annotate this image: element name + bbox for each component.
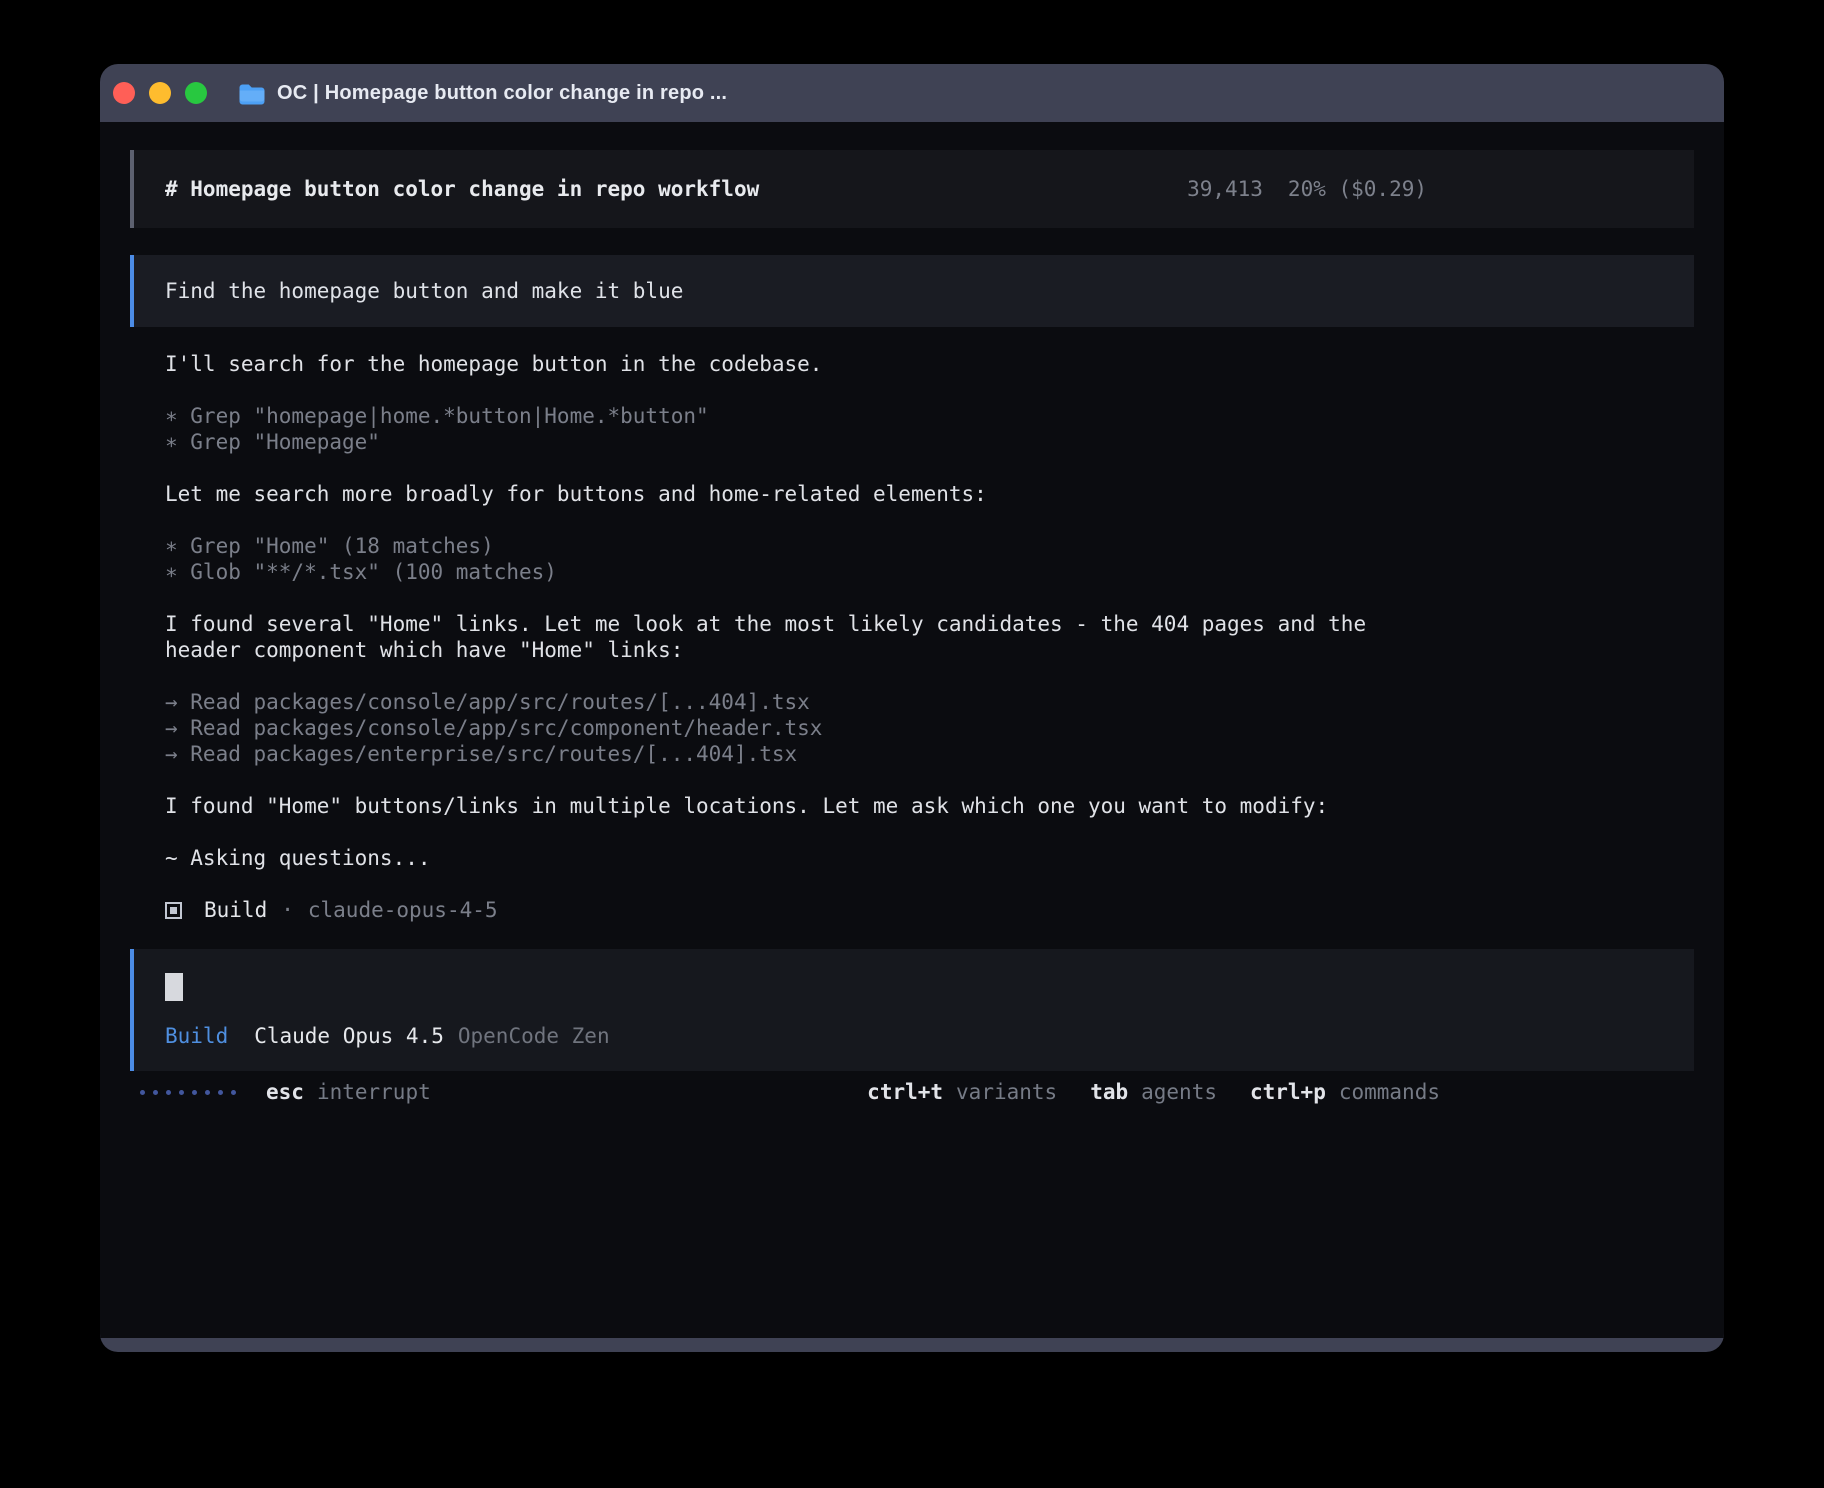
transcript-line: I found "Home" buttons/links in multiple… bbox=[165, 793, 1405, 819]
shortcut-key: ctrl+p bbox=[1250, 1079, 1326, 1105]
spinner-dot bbox=[192, 1090, 197, 1095]
transcript-line: ∗ Glob "**/*.tsx" (100 matches) bbox=[165, 559, 1405, 585]
agent-status-line: Build · claude-opus-4-5 bbox=[165, 897, 1694, 923]
transcript-line: Let me search more broadly for buttons a… bbox=[165, 481, 1405, 507]
transcript-line bbox=[165, 377, 1405, 403]
transcript-line bbox=[165, 663, 1405, 689]
transcript-line: ∗ Grep "Homepage" bbox=[165, 429, 1405, 455]
shortcut-hint: ctrl+t variants bbox=[867, 1079, 1057, 1105]
transcript: I'll search for the homepage button in t… bbox=[165, 351, 1405, 871]
prompt-meta-row: Build Claude Opus 4.5 OpenCode Zen bbox=[165, 1023, 1694, 1049]
transcript-line bbox=[165, 507, 1405, 533]
prompt-provider-label: OpenCode Zen bbox=[458, 1023, 610, 1049]
user-message-text: Find the homepage button and make it blu… bbox=[165, 278, 683, 304]
model-id: claude-opus-4-5 bbox=[308, 897, 498, 923]
shortcut-hint: ctrl+p commands bbox=[1250, 1079, 1440, 1105]
shortcut-key: ctrl+t bbox=[867, 1079, 943, 1105]
shortcut-hint: tab agents bbox=[1090, 1079, 1217, 1105]
text-cursor bbox=[165, 973, 183, 1001]
separator-dot: · bbox=[281, 897, 294, 923]
traffic-lights bbox=[113, 82, 207, 104]
transcript-line: ~ Asking questions... bbox=[165, 845, 1405, 871]
spinner-dot bbox=[166, 1090, 171, 1095]
spinner-dot bbox=[218, 1090, 223, 1095]
token-count: 39,413 bbox=[1187, 176, 1263, 202]
prompt-agent-label: Build bbox=[165, 1023, 228, 1049]
window-title: OC | Homepage button color change in rep… bbox=[277, 82, 727, 105]
esc-label: interrupt bbox=[317, 1079, 431, 1105]
agent-name: Build bbox=[204, 897, 267, 923]
minimize-button[interactable] bbox=[149, 82, 171, 104]
zoom-button[interactable] bbox=[185, 82, 207, 104]
folder-icon bbox=[238, 82, 265, 105]
esc-hint: esc interrupt bbox=[266, 1079, 431, 1105]
terminal-window: OC | Homepage button color change in rep… bbox=[100, 64, 1724, 1352]
transcript-line: → Read packages/console/app/src/routes/[… bbox=[165, 689, 1405, 715]
transcript-line: I'll search for the homepage button in t… bbox=[165, 351, 1405, 377]
spinner-dot bbox=[205, 1090, 210, 1095]
spinner-dot bbox=[231, 1090, 236, 1095]
spinner-dot bbox=[140, 1090, 145, 1095]
transcript-line bbox=[165, 585, 1405, 611]
transcript-line: → Read packages/console/app/src/componen… bbox=[165, 715, 1405, 741]
transcript-line: ∗ Grep "homepage|home.*button|Home.*butt… bbox=[165, 403, 1405, 429]
shortcut-label: agents bbox=[1141, 1079, 1217, 1105]
shortcut-label: variants bbox=[956, 1079, 1057, 1105]
spinner-dot bbox=[179, 1090, 184, 1095]
prompt-model-label: Claude Opus 4.5 bbox=[254, 1023, 444, 1049]
session-header: # Homepage button color change in repo w… bbox=[130, 150, 1694, 228]
terminal-content: # Homepage button color change in repo w… bbox=[100, 122, 1724, 1338]
esc-key: esc bbox=[266, 1079, 304, 1105]
close-button[interactable] bbox=[113, 82, 135, 104]
transcript-line: I found several "Home" links. Let me loo… bbox=[165, 611, 1405, 663]
transcript-line bbox=[165, 767, 1405, 793]
statusbar: esc interrupt ctrl+tvariantstabagentsctr… bbox=[130, 1079, 1694, 1105]
session-title: # Homepage button color change in repo w… bbox=[165, 176, 759, 202]
shortcut-hints: ctrl+t variants tab agents ctrl+p commands bbox=[867, 1079, 1440, 1105]
transcript-line bbox=[165, 455, 1405, 481]
titlebar: OC | Homepage button color change in rep… bbox=[100, 64, 1724, 122]
transcript-line bbox=[165, 819, 1405, 845]
session-stats: 39,413 20% ($0.29) bbox=[1187, 176, 1427, 202]
agent-icon bbox=[165, 902, 182, 919]
spinner-dot bbox=[153, 1090, 158, 1095]
user-message: Find the homepage button and make it blu… bbox=[130, 255, 1694, 327]
context-usage-cost: 20% ($0.29) bbox=[1288, 176, 1427, 202]
prompt-input[interactable]: Build Claude Opus 4.5 OpenCode Zen bbox=[130, 949, 1694, 1071]
shortcut-key: tab bbox=[1090, 1079, 1128, 1105]
spinner-dots bbox=[140, 1090, 236, 1095]
transcript-line: → Read packages/enterprise/src/routes/[.… bbox=[165, 741, 1405, 767]
shortcut-label: commands bbox=[1339, 1079, 1440, 1105]
transcript-line: ∗ Grep "Home" (18 matches) bbox=[165, 533, 1405, 559]
